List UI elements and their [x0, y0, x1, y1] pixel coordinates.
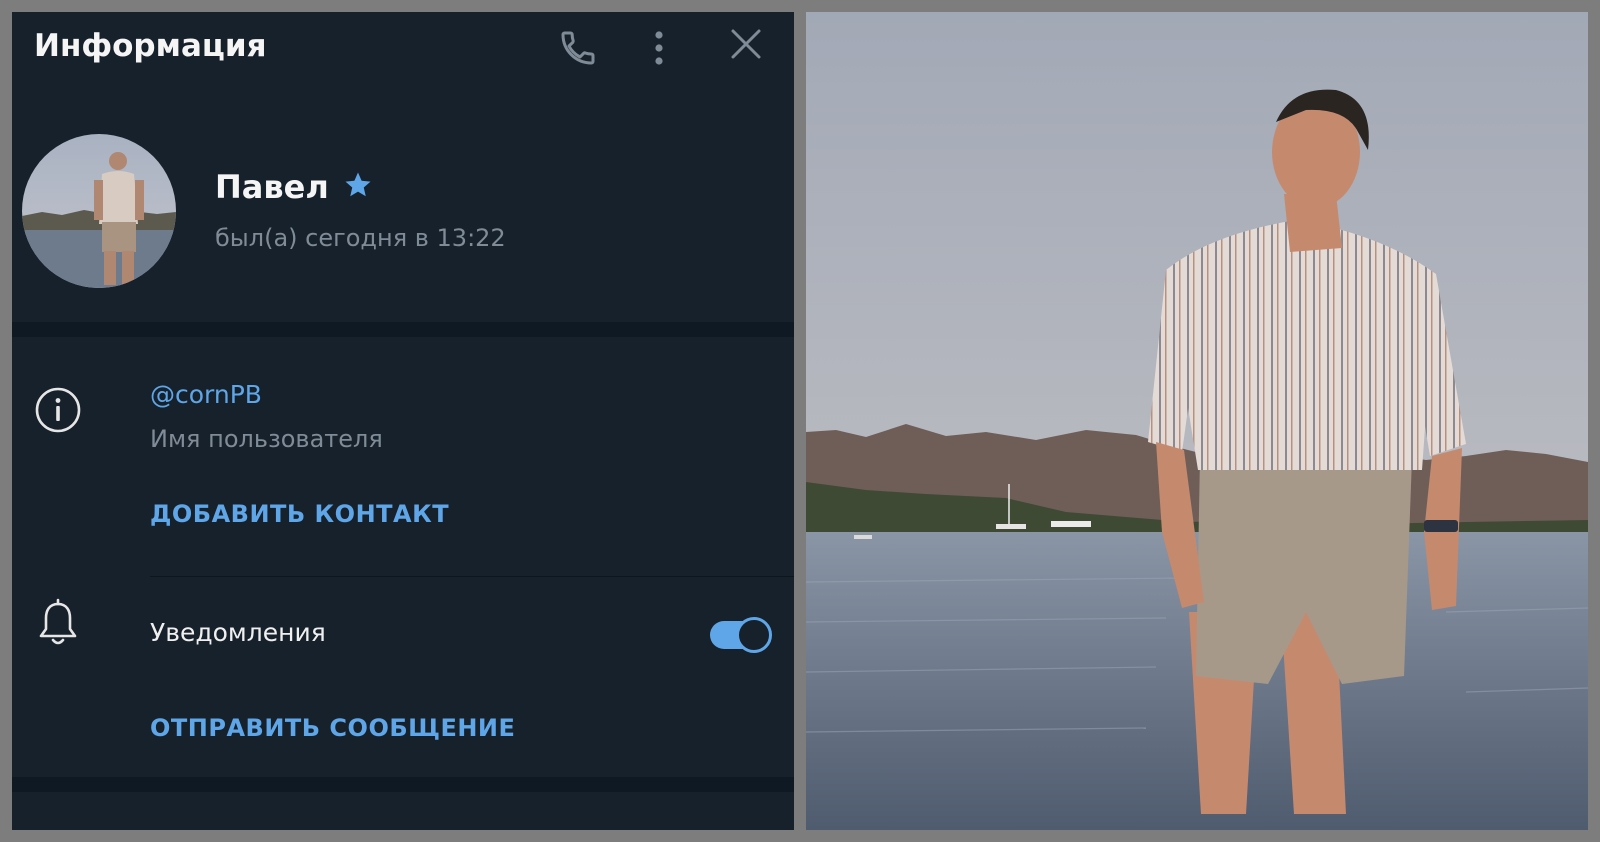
info-icon — [34, 386, 82, 438]
more-vertical-icon[interactable] — [644, 28, 674, 72]
last-seen-status: был(а) сегодня в 13:22 — [215, 224, 506, 252]
section-separator — [12, 777, 794, 792]
divider — [150, 576, 794, 577]
notifications-label: Уведомления — [150, 618, 326, 647]
profile-photo — [806, 12, 1588, 830]
bell-icon — [36, 598, 80, 654]
add-contact-button[interactable]: ДОБАВИТЬ КОНТАКТ — [150, 500, 449, 528]
star-icon — [343, 170, 373, 204]
profile-avatar[interactable] — [22, 134, 176, 288]
profile-name-row: Павел — [215, 168, 373, 206]
user-info-panel: Информация Павел был(а) сегодня в 13:22 … — [12, 12, 794, 830]
toggle-knob — [736, 617, 772, 653]
username-link[interactable]: @cornPB — [150, 380, 262, 409]
phone-icon[interactable] — [558, 28, 598, 72]
profile-name: Павел — [215, 168, 329, 206]
username-caption: Имя пользователя — [150, 425, 383, 453]
send-message-button[interactable]: ОТПРАВИТЬ СООБЩЕНИЕ — [150, 714, 515, 742]
notifications-toggle[interactable] — [710, 617, 772, 653]
panel-title: Информация — [34, 28, 267, 64]
section-separator — [12, 322, 794, 337]
close-icon[interactable] — [726, 24, 766, 68]
